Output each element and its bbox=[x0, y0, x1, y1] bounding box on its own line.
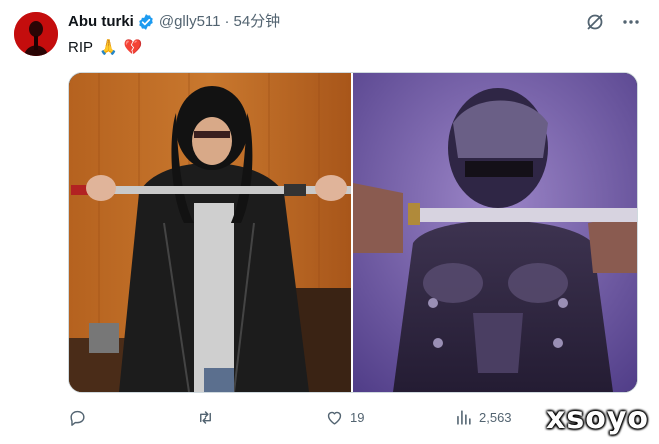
reply-button[interactable] bbox=[68, 408, 93, 427]
author-handle[interactable]: @glly511 bbox=[159, 12, 221, 32]
views-icon bbox=[457, 410, 471, 425]
watermark-text: xsoyo bbox=[546, 401, 649, 436]
grok-icon[interactable] bbox=[585, 12, 605, 32]
tweet-header: Abu turki @glly511 · 54分钟 bbox=[68, 12, 280, 32]
more-icon[interactable] bbox=[621, 12, 641, 32]
media-photo-right[interactable] bbox=[353, 73, 637, 392]
verified-badge-icon bbox=[137, 13, 155, 31]
retweet-icon bbox=[200, 411, 211, 424]
tweet-text: RIP 🙏 💔 bbox=[68, 38, 142, 58]
tweet-time[interactable]: 54分钟 bbox=[234, 12, 281, 32]
separator-dot: · bbox=[224, 13, 230, 30]
tweet-text-content: RIP bbox=[68, 39, 94, 56]
views-button[interactable]: 2,563 bbox=[454, 408, 512, 427]
praying-hands-emoji: 🙏 bbox=[99, 39, 118, 56]
author-name[interactable]: Abu turki bbox=[68, 12, 134, 32]
like-count: 19 bbox=[350, 410, 365, 425]
media-photo-left[interactable] bbox=[69, 73, 353, 392]
like-icon bbox=[327, 411, 342, 425]
views-count: 2,563 bbox=[479, 410, 512, 425]
like-button[interactable]: 19 bbox=[325, 408, 364, 427]
reply-icon bbox=[70, 410, 85, 426]
avatar[interactable] bbox=[14, 12, 58, 56]
retweet-button[interactable] bbox=[196, 408, 221, 427]
tweet-top-actions bbox=[585, 12, 641, 32]
broken-heart-emoji: 💔 bbox=[123, 39, 143, 56]
tweet-media[interactable] bbox=[68, 72, 638, 393]
